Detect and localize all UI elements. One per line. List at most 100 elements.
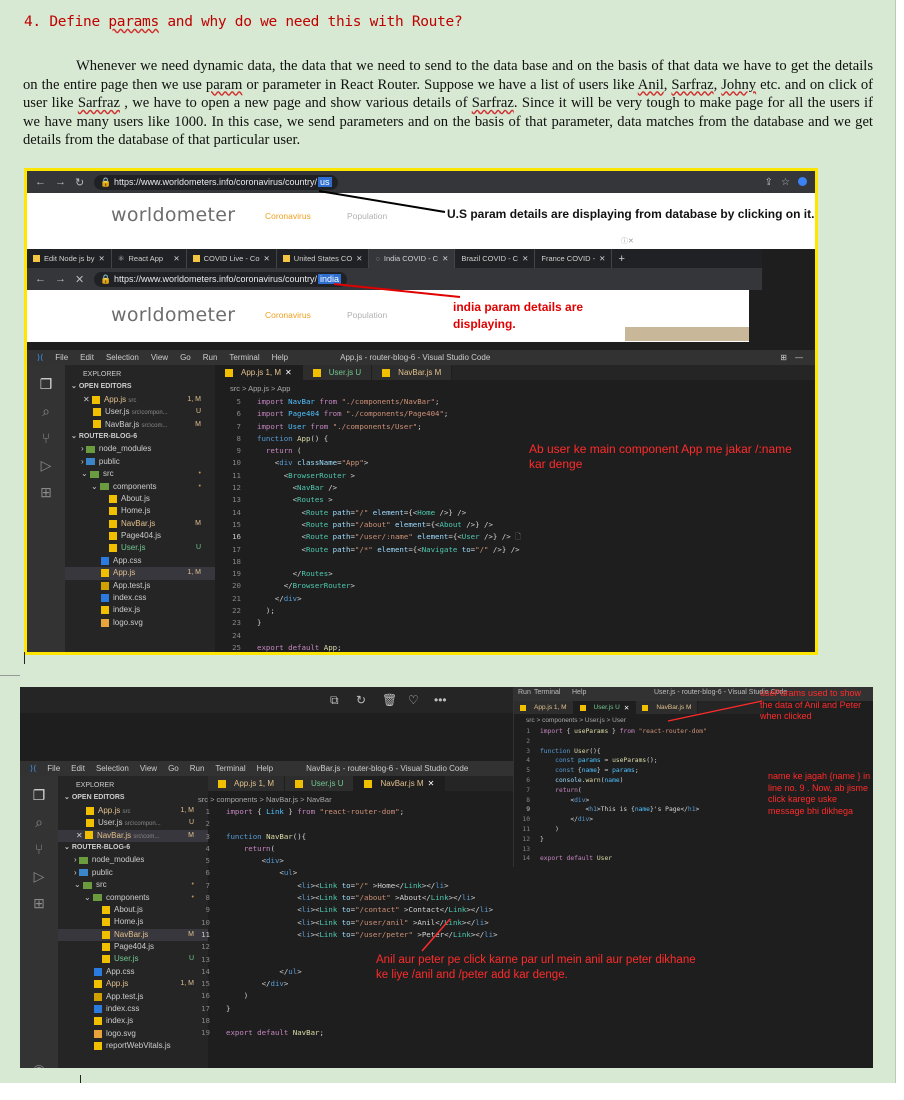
ad-choice-icon: ⓘ✕ <box>621 238 634 245</box>
layout-icon[interactable]: ⊞ <box>780 353 787 362</box>
profile-icon[interactable] <box>798 176 807 186</box>
menu-item[interactable]: Go <box>180 353 191 362</box>
menu-item[interactable]: Help <box>272 353 288 362</box>
back-icon[interactable]: ← <box>35 273 46 286</box>
tree-item[interactable]: Home.js <box>65 505 215 517</box>
run-debug-icon[interactable]: ▷ <box>38 457 54 473</box>
back-icon[interactable]: ← <box>35 176 46 189</box>
rotate-icon[interactable]: ↻ <box>356 693 366 707</box>
menu-item[interactable]: Selection <box>106 353 139 362</box>
browser-tab[interactable]: United States CO ✕ <box>277 249 370 268</box>
browser-tab[interactable]: France COVID - ✕ <box>535 249 613 268</box>
open-editor-item[interactable]: ✕ App.js src 1, M <box>65 394 215 406</box>
tree-item[interactable]: App.test.js <box>65 580 215 592</box>
breadcrumb[interactable]: src > App.js > App <box>230 384 290 393</box>
extensions-icon[interactable]: ⊞ <box>31 895 47 911</box>
image-toolbar: ⧉ ↻ 🗑 ♡ ••• <box>20 687 520 713</box>
extensions-icon[interactable]: ⊞ <box>38 484 54 500</box>
files-icon[interactable]: ❐ <box>31 787 47 803</box>
nav-coronavirus[interactable]: Coronavirus <box>265 211 311 221</box>
menu-item[interactable]: Edit <box>71 764 85 773</box>
editor-tab[interactable]: User.js U <box>302 365 373 380</box>
delete-icon[interactable]: 🗑 <box>382 693 397 707</box>
heart-icon[interactable]: ♡ <box>408 693 419 707</box>
address-bar-us[interactable]: 🔒 https://www.worldometers.info/coronavi… <box>94 174 338 190</box>
loading-icon: ◌ <box>375 254 380 263</box>
source-control-icon[interactable]: ⑂ <box>31 841 47 857</box>
code-line: 24 <box>232 630 241 640</box>
account-icon[interactable]: ◉ <box>31 1061 47 1068</box>
screenshot-icon[interactable]: ⧉ <box>330 693 339 708</box>
editor-tab-active[interactable]: User.js U ✕ <box>573 701 637 714</box>
menu-item[interactable]: Terminal <box>215 764 245 773</box>
tree-item-selected[interactable]: App.js 1, M <box>65 567 215 580</box>
nav-coronavirus[interactable]: Coronavirus <box>265 310 311 320</box>
open-editor-item[interactable]: User.js src\compon... U <box>65 406 215 418</box>
tree-item[interactable]: index.css <box>65 592 215 604</box>
editor-tab[interactable]: NavBar.js M <box>372 365 453 380</box>
menu-item[interactable]: Run <box>203 353 218 362</box>
close-icon[interactable]: ✕ <box>75 273 84 286</box>
address-bar-india[interactable]: 🔒 https://www.worldometers.info/coronavi… <box>94 271 348 287</box>
open-editor-item[interactable]: NavBar.js src\com... M <box>65 419 215 431</box>
menu-item[interactable]: Edit <box>80 353 94 362</box>
annotation-app-route: Ab user ke main component App me jakar /… <box>529 442 792 471</box>
search-icon[interactable]: ⌕ <box>38 403 54 419</box>
editor-tab-active[interactable]: App.js 1, M ✕ <box>215 365 303 380</box>
menu-item[interactable]: File <box>55 353 68 362</box>
open-editors-header[interactable]: ⌄ OPEN EDITORS <box>58 792 208 804</box>
breadcrumb[interactable]: src > components > NavBar.js > NavBar <box>198 795 332 804</box>
star-icon[interactable]: ☆ <box>781 177 790 188</box>
new-tab-icon[interactable]: + <box>612 249 630 268</box>
tree-item[interactable]: About.js <box>65 493 215 505</box>
tree-item[interactable]: ⌄ src • <box>65 468 215 480</box>
tree-item[interactable]: NavBar.js M <box>65 518 215 530</box>
tree-item[interactable]: index.js <box>65 604 215 616</box>
menu-item[interactable]: Help <box>257 764 273 773</box>
code-line: 2 <box>205 819 210 829</box>
more-icon[interactable]: ••• <box>434 693 447 707</box>
editor-tab[interactable]: App.js 1, M <box>208 776 286 791</box>
open-editors-header[interactable]: ⌄ OPEN EDITORS <box>65 381 215 393</box>
reload-icon[interactable]: ↻ <box>75 176 84 189</box>
menu-item[interactable]: Terminal <box>229 353 259 362</box>
editor-tab[interactable]: App.js 1, M <box>514 701 574 714</box>
nav-population[interactable]: Population <box>347 310 387 320</box>
files-icon[interactable]: ❐ <box>38 376 54 392</box>
browser-tab[interactable]: COVID Live - Co ✕ <box>187 249 277 268</box>
vscode-window-app: ⟩⟨ File Edit Selection View Go Run Termi… <box>27 350 815 652</box>
tree-item[interactable]: App.css <box>65 555 215 567</box>
minimize-icon[interactable]: — <box>795 353 803 362</box>
tree-item[interactable]: User.js U <box>65 542 215 554</box>
project-header[interactable]: ⌄ ROUTER-BLOG-6 <box>65 431 215 443</box>
code-line: 14 <Route path="/" element={<Home />} /> <box>232 507 467 517</box>
breadcrumb[interactable]: src > components > User.js > User <box>526 717 626 724</box>
editor-tab-active[interactable]: NavBar.js M ✕ <box>354 776 446 791</box>
code-editor-user[interactable]: 1 import { useParams } from "react-router… <box>514 727 706 864</box>
browser-tab[interactable]: ⚛ React App ✕ <box>112 249 187 268</box>
browser-tab-active[interactable]: ◌ India COVID - C ✕ <box>369 249 456 268</box>
source-control-icon[interactable]: ⑂ <box>38 430 54 446</box>
forward-icon[interactable]: → <box>55 176 66 189</box>
browser-tab[interactable]: Edit Node js by ✕ <box>27 249 112 268</box>
menu-item[interactable]: Run <box>190 764 205 773</box>
share-icon[interactable]: ⇪ <box>765 177 773 188</box>
menu-item[interactable]: View <box>140 764 157 773</box>
editor-tab[interactable]: User.js U <box>285 776 355 791</box>
menu-item[interactable]: Selection <box>96 764 129 773</box>
tree-item[interactable]: › node_modules <box>65 443 215 455</box>
tree-item[interactable]: › public <box>65 456 215 468</box>
menu-item[interactable]: View <box>151 353 168 362</box>
menu-item[interactable]: Go <box>168 764 179 773</box>
menu-item[interactable]: File <box>47 764 60 773</box>
code-line-highlighted: 9 <h1>This is {name}'s Page</h1> <box>526 806 700 814</box>
tree-item[interactable]: Page404.js <box>65 530 215 542</box>
tree-item[interactable]: reportWebVitals.js <box>58 1040 208 1052</box>
forward-icon[interactable]: → <box>55 273 66 286</box>
search-icon[interactable]: ⌕ <box>31 814 47 830</box>
tree-item[interactable]: ⌄ components • <box>65 481 215 493</box>
run-debug-icon[interactable]: ▷ <box>31 868 47 884</box>
browser-tab[interactable]: Brazil COVID - C ✕ <box>455 249 536 268</box>
code-editor-app[interactable]: 5 import NavBar from "./components/NavBar… <box>215 396 521 652</box>
tree-item[interactable]: logo.svg <box>65 617 215 629</box>
